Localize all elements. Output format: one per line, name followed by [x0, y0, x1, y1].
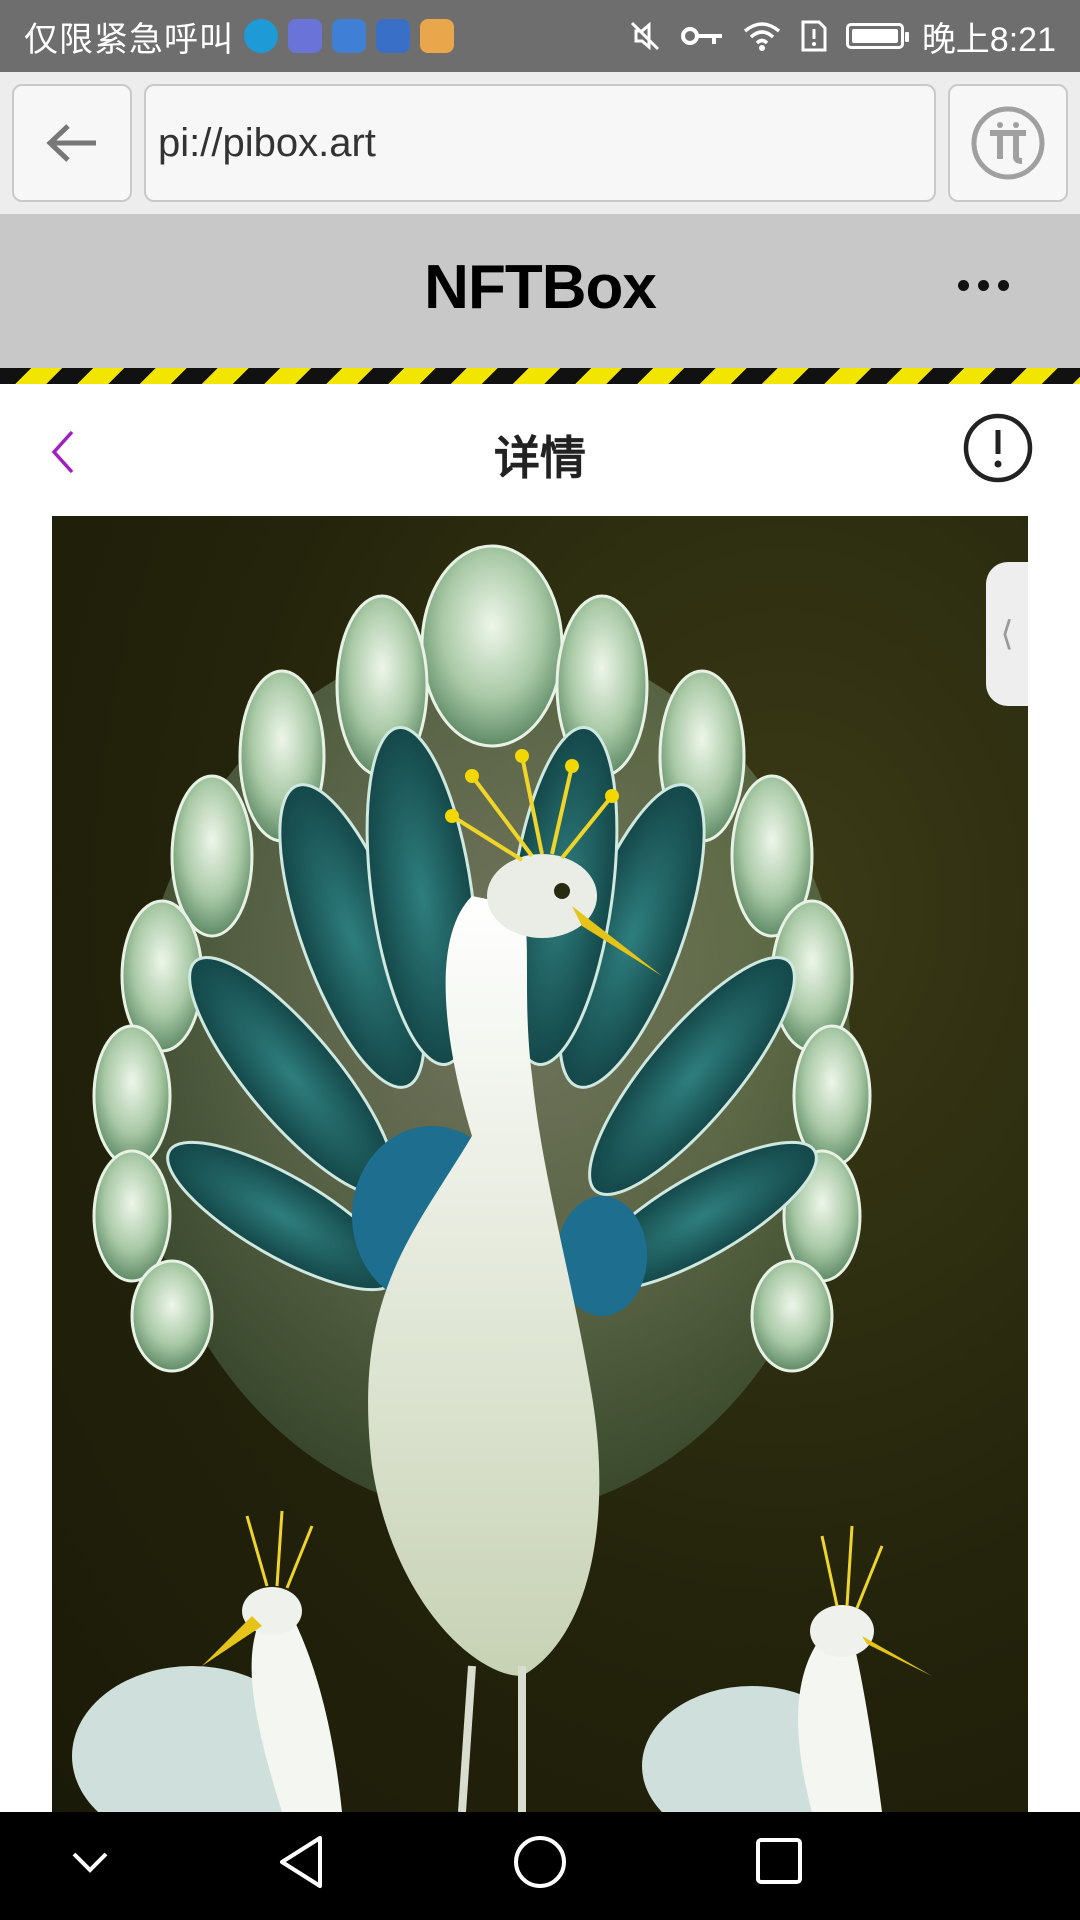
sim-alert-icon — [801, 20, 827, 52]
url-text: pi://pibox.art — [158, 120, 376, 165]
app-icon — [376, 19, 410, 53]
pi-wallet-button[interactable] — [948, 84, 1068, 202]
clock: 晚上8:21 — [921, 20, 1056, 59]
battery-icon — [845, 23, 909, 49]
system-navigation-bar — [0, 1812, 1080, 1920]
browser-back-button[interactable] — [12, 84, 132, 202]
browser-icon — [332, 19, 366, 53]
carrier-text: 仅限紧急呼叫 — [24, 20, 234, 59]
nft-artwork-image[interactable] — [52, 516, 1028, 1812]
app-title: NFTBox — [424, 253, 657, 322]
hazard-stripe-divider — [0, 368, 1080, 384]
browser-toolbar: pi://pibox.art — [0, 72, 1080, 216]
page-title: 详情 — [494, 432, 586, 484]
notification-icons — [244, 19, 454, 53]
pi-logo-icon — [971, 106, 1045, 180]
info-alert-icon[interactable] — [962, 412, 1034, 484]
url-field[interactable]: pi://pibox.art — [144, 84, 936, 202]
peacock-artwork-image — [72, 544, 932, 1812]
status-bar: 仅限紧急呼叫 晚上8:21 — [0, 0, 1080, 72]
music-icon — [288, 19, 322, 53]
nav-back-icon[interactable] — [276, 1834, 326, 1890]
app-header: NFTBox — [0, 216, 1080, 368]
more-options-icon[interactable] — [958, 280, 1009, 291]
mute-icon — [630, 21, 659, 51]
arrow-left-icon — [46, 124, 96, 162]
folder-icon — [420, 19, 454, 53]
chevron-left-icon: ⟨ — [1000, 615, 1014, 653]
nav-recents-icon[interactable] — [754, 1836, 804, 1886]
side-drawer-handle[interactable]: ⟨ — [986, 562, 1028, 706]
chevron-down-icon[interactable] — [70, 1850, 110, 1876]
nav-home-icon[interactable] — [512, 1834, 568, 1890]
weibo-icon — [244, 19, 278, 53]
wifi-icon — [743, 22, 780, 51]
page-header: 详情 — [0, 384, 1080, 516]
key-icon — [680, 27, 722, 45]
